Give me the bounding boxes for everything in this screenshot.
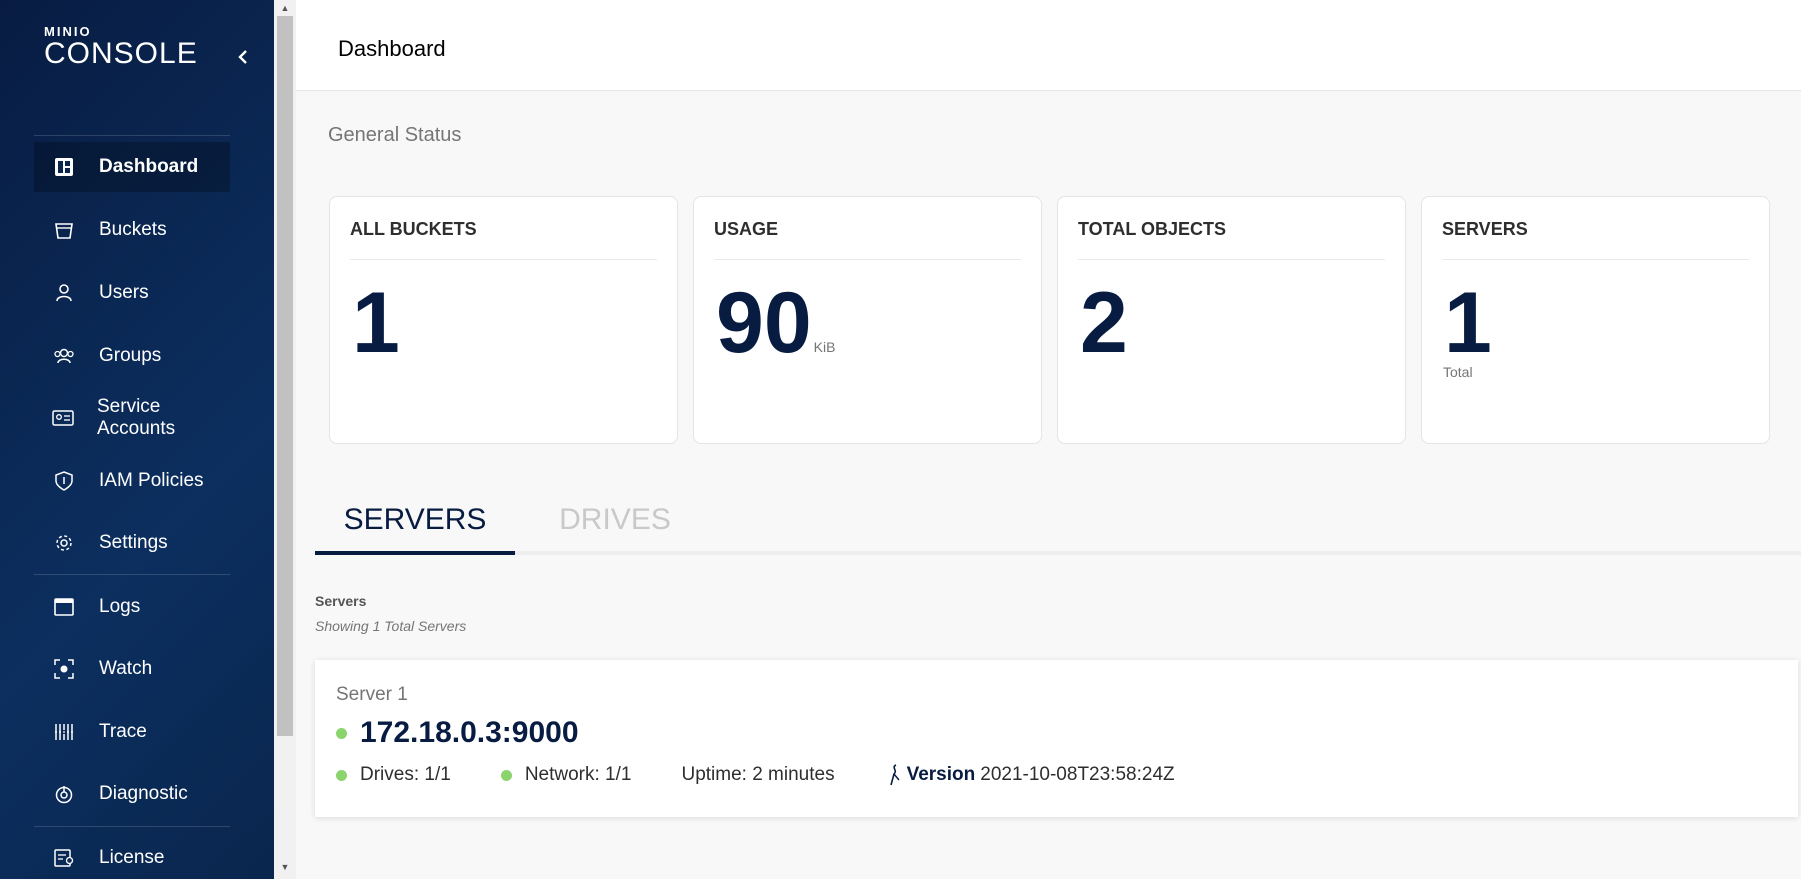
sidebar-scrollbar[interactable]: ▲ ▼ [274,0,296,879]
page-title: Dashboard [338,36,446,61]
uptime-text: Uptime: 2 minutes [681,764,835,785]
sidebar-item-label: Diagnostic [99,783,188,804]
servers-heading: Servers [315,593,367,609]
menu-divider [34,826,230,827]
minio-console-logo: MINIO CONSOLE [44,24,198,69]
card-divider [350,259,657,260]
drives-stat: Drives: 1/1 [336,764,451,786]
user-icon [52,283,76,303]
page-header: Dashboard [296,0,1801,91]
sidebar-item-label: IAM Policies [99,470,204,491]
card-label: SERVERS [1442,219,1528,239]
servers-card: SERVERS 1 Total [1421,196,1770,444]
sidebar-item-iam-policies[interactable]: IAM Policies [34,456,230,506]
tab-servers[interactable]: SERVERS [315,495,515,555]
sidebar-item-label: Service Accounts [97,396,176,439]
server-drive-tabs: SERVERS DRIVES [315,495,1801,555]
card-unit: KiB [813,339,836,355]
usage-card: USAGE 90 KiB [693,196,1042,444]
total-objects-card: TOTAL OBJECTS 2 [1057,196,1406,444]
server-name: Server 1 [336,684,408,705]
server-address-row: 172.18.0.3:9000 [336,716,579,750]
card-number: 90 [716,275,812,371]
watch-icon [52,659,76,679]
card-number: 1 [1444,275,1492,371]
server-address: 172.18.0.3:9000 [360,716,579,749]
scroll-up-icon[interactable]: ▲ [274,0,296,16]
sidebar-item-label: Trace [99,721,147,742]
sidebar-item-settings[interactable]: Settings [34,518,230,568]
shield-icon [52,471,76,491]
service-account-icon [52,408,74,428]
card-label: ALL BUCKETS [350,219,477,239]
sidebar-item-label: Buckets [99,219,167,240]
chevron-left-icon[interactable] [236,44,250,70]
version-stat: Version 2021-10-08T23:58:24Z [889,764,1175,786]
card-label: TOTAL OBJECTS [1078,219,1227,239]
card-subtext: Total [1443,364,1473,380]
menu-divider [34,574,230,575]
menu-divider [34,135,230,136]
server-card: Server 1 172.18.0.3:9000 Drives: 1/1 Net… [315,660,1798,817]
sidebar-item-label: Dashboard [99,156,199,177]
tab-drives[interactable]: DRIVES [515,495,715,555]
card-number: 1 [352,275,400,371]
network-text: Network: 1/1 [524,764,632,785]
sidebar-item-dashboard[interactable]: Dashboard [34,142,230,192]
card-divider [714,259,1021,260]
logo-product: CONSOLE [44,37,198,70]
sidebar-item-groups[interactable]: Groups [34,331,230,381]
card-value: 1 [1444,273,1492,373]
sidebar-item-users[interactable]: Users [34,268,230,318]
all-buckets-card: ALL BUCKETS 1 [329,196,678,444]
card-divider [1078,259,1385,260]
online-status-dot [336,727,347,739]
drives-text: Drives: 1/1 [360,764,451,785]
bucket-icon [52,220,76,240]
network-stat: Network: 1/1 [500,764,632,786]
sidebar: MINIO CONSOLE Dashboard Buckets Users Gr… [0,0,274,879]
sidebar-item-label: Users [99,282,149,303]
scroll-thumb[interactable] [277,16,293,736]
sidebar-item-service-accounts[interactable]: Service Accounts [34,393,230,443]
server-stats: Drives: 1/1 Network: 1/1 Uptime: 2 minut… [336,764,1175,786]
servers-count-text: Showing 1 Total Servers [315,618,467,634]
drives-status-dot [336,769,347,781]
sidebar-item-label: Logs [99,596,141,617]
scroll-down-icon[interactable]: ▼ [274,859,296,875]
card-value: 1 [352,273,400,373]
sidebar-item-label: License [99,847,165,868]
card-value: 2 [1080,273,1128,373]
version-value: 2021-10-08T23:58:24Z [980,764,1175,785]
gear-icon [52,533,76,553]
groups-icon [52,346,76,366]
sidebar-item-logs[interactable]: Logs [34,582,230,632]
sidebar-item-label: Groups [99,345,162,366]
card-label: USAGE [714,219,779,239]
general-status-title: General Status [328,124,462,146]
card-number: 2 [1080,275,1128,371]
license-icon [52,848,76,868]
sidebar-item-label: Watch [99,658,153,679]
sidebar-item-buckets[interactable]: Buckets [34,205,230,255]
trace-icon [52,722,76,742]
diagnostic-icon [52,784,76,804]
sidebar-item-watch[interactable]: Watch [34,644,230,694]
sidebar-item-diagnostic[interactable]: Diagnostic [34,769,230,819]
card-divider [1442,259,1749,260]
sidebar-item-license[interactable]: License [34,833,230,879]
version-icon [889,764,901,786]
version-label: Version [906,764,976,785]
logs-icon [52,597,76,617]
card-value: 90 KiB [716,273,835,397]
sidebar-item-label: Settings [99,532,168,553]
sidebar-item-trace[interactable]: Trace [34,707,230,757]
dashboard-icon [52,157,76,177]
uptime-stat: Uptime: 2 minutes [681,764,834,786]
network-status-dot [500,769,512,781]
